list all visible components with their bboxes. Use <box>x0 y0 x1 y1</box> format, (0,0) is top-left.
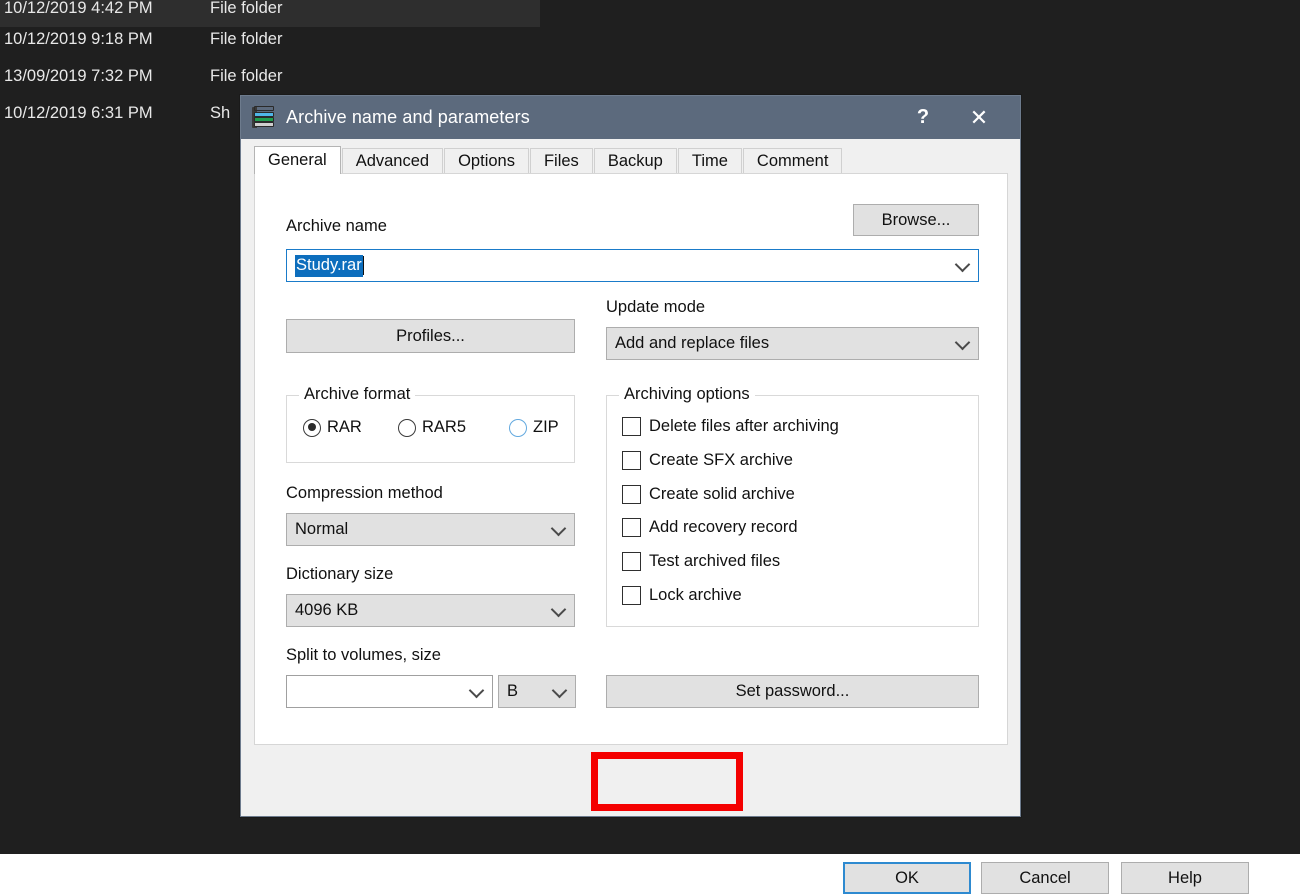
archive-format-group: Archive format RAR RAR5 ZIP <box>286 395 575 463</box>
checkbox-label: Add recovery record <box>649 518 798 537</box>
checkbox-lock-archive[interactable]: Lock archive <box>622 586 742 605</box>
checkbox-create-sfx-archive[interactable]: Create SFX archive <box>622 451 793 470</box>
tab-bar: General Advanced Options Files Backup Ti… <box>254 147 1008 174</box>
radio-rar5-label: RAR5 <box>422 418 466 437</box>
checkbox-label: Delete files after archiving <box>649 417 839 436</box>
checkbox-label: Lock archive <box>649 586 742 605</box>
general-tab-panel: Archive name Browse... Study.rar Profile… <box>254 173 1008 745</box>
dictionary-size-label: Dictionary size <box>286 565 393 584</box>
radio-dot-icon <box>398 419 416 437</box>
tab-general[interactable]: General <box>254 146 341 174</box>
tab-options[interactable]: Options <box>444 148 529 174</box>
tab-files[interactable]: Files <box>530 148 593 174</box>
radio-dot-icon <box>303 419 321 437</box>
profiles-button[interactable]: Profiles... <box>286 319 575 353</box>
chevron-down-icon[interactable] <box>551 601 567 617</box>
chevron-down-icon[interactable] <box>552 682 568 698</box>
dialog-title: Archive name and parameters <box>286 107 530 128</box>
set-password-button[interactable]: Set password... <box>606 675 979 708</box>
chevron-down-icon[interactable] <box>955 256 971 272</box>
tab-time[interactable]: Time <box>678 148 742 174</box>
update-mode-label: Update mode <box>606 298 705 317</box>
file-date: 10/12/2019 9:18 PM <box>0 30 210 49</box>
chevron-down-icon[interactable] <box>551 520 567 536</box>
file-type: File folder <box>210 0 282 18</box>
archiving-options-title: Archiving options <box>619 385 755 404</box>
titlebar-help-icon[interactable]: ? <box>900 96 946 139</box>
dialog-titlebar[interactable]: Archive name and parameters ? ✕ <box>241 96 1020 139</box>
tab-comment[interactable]: Comment <box>743 148 843 174</box>
checkbox-delete-files-after-archiving[interactable]: Delete files after archiving <box>622 417 839 436</box>
checkbox-create-solid-archive[interactable]: Create solid archive <box>622 485 795 504</box>
table-row[interactable]: 13/09/2019 7:32 PM File folder <box>0 58 540 95</box>
archive-name-input[interactable]: Study.rar <box>286 249 979 282</box>
radio-rar5[interactable]: RAR5 <box>398 418 466 437</box>
split-volumes-input[interactable] <box>286 675 493 708</box>
tab-backup[interactable]: Backup <box>594 148 677 174</box>
radio-rar[interactable]: RAR <box>303 418 362 437</box>
archiving-options-group: Archiving options Delete files after arc… <box>606 395 979 627</box>
compression-method-select[interactable]: Normal <box>286 513 575 546</box>
radio-dot-icon <box>509 419 527 437</box>
checkbox-test-archived-files[interactable]: Test archived files <box>622 552 780 571</box>
dictionary-size-select[interactable]: 4096 KB <box>286 594 575 627</box>
checkbox-label: Test archived files <box>649 552 780 571</box>
checkbox-box-icon <box>622 586 641 605</box>
compression-method-label: Compression method <box>286 484 443 503</box>
close-icon[interactable]: ✕ <box>956 96 1002 139</box>
checkbox-box-icon <box>622 518 641 537</box>
checkbox-label: Create SFX archive <box>649 451 793 470</box>
checkbox-box-icon <box>622 552 641 571</box>
file-type: Sh <box>210 104 230 123</box>
radio-zip-label: ZIP <box>533 418 559 437</box>
file-date: 13/09/2019 7:32 PM <box>0 67 210 86</box>
tab-advanced[interactable]: Advanced <box>342 148 443 174</box>
archive-name-value: Study.rar <box>295 255 363 277</box>
checkbox-label: Create solid archive <box>649 485 795 504</box>
file-type: File folder <box>210 67 282 86</box>
ok-button[interactable]: OK <box>843 862 971 894</box>
split-volumes-label: Split to volumes, size <box>286 646 441 665</box>
help-button[interactable]: Help <box>1121 862 1249 894</box>
checkbox-add-recovery-record[interactable]: Add recovery record <box>622 518 798 537</box>
update-mode-value: Add and replace files <box>615 334 769 353</box>
browse-button[interactable]: Browse... <box>853 204 979 236</box>
archive-name-label: Archive name <box>286 217 387 236</box>
archive-parameters-dialog: Archive name and parameters ? ✕ General … <box>240 95 1021 817</box>
cancel-button[interactable]: Cancel <box>981 862 1109 894</box>
table-row[interactable]: 10/12/2019 9:18 PM File folder <box>0 21 540 58</box>
dictionary-size-value: 4096 KB <box>295 601 358 620</box>
checkbox-box-icon <box>622 485 641 504</box>
file-date: 10/12/2019 6:31 PM <box>0 104 210 123</box>
split-volumes-unit-value: B <box>507 682 518 701</box>
file-date: 10/12/2019 4:42 PM <box>0 0 210 18</box>
file-type: File folder <box>210 30 282 49</box>
archive-format-title: Archive format <box>299 385 415 404</box>
checkbox-box-icon <box>622 451 641 470</box>
radio-rar-label: RAR <box>327 418 362 437</box>
checkbox-box-icon <box>622 417 641 436</box>
desktop-bottom-strip <box>0 817 1300 854</box>
update-mode-select[interactable]: Add and replace files <box>606 327 979 360</box>
split-volumes-unit-select[interactable]: B <box>498 675 576 708</box>
winrar-books-icon <box>252 106 276 130</box>
radio-zip[interactable]: ZIP <box>509 418 559 437</box>
compression-method-value: Normal <box>295 520 348 539</box>
chevron-down-icon[interactable] <box>955 334 971 350</box>
chevron-down-icon[interactable] <box>469 682 485 698</box>
